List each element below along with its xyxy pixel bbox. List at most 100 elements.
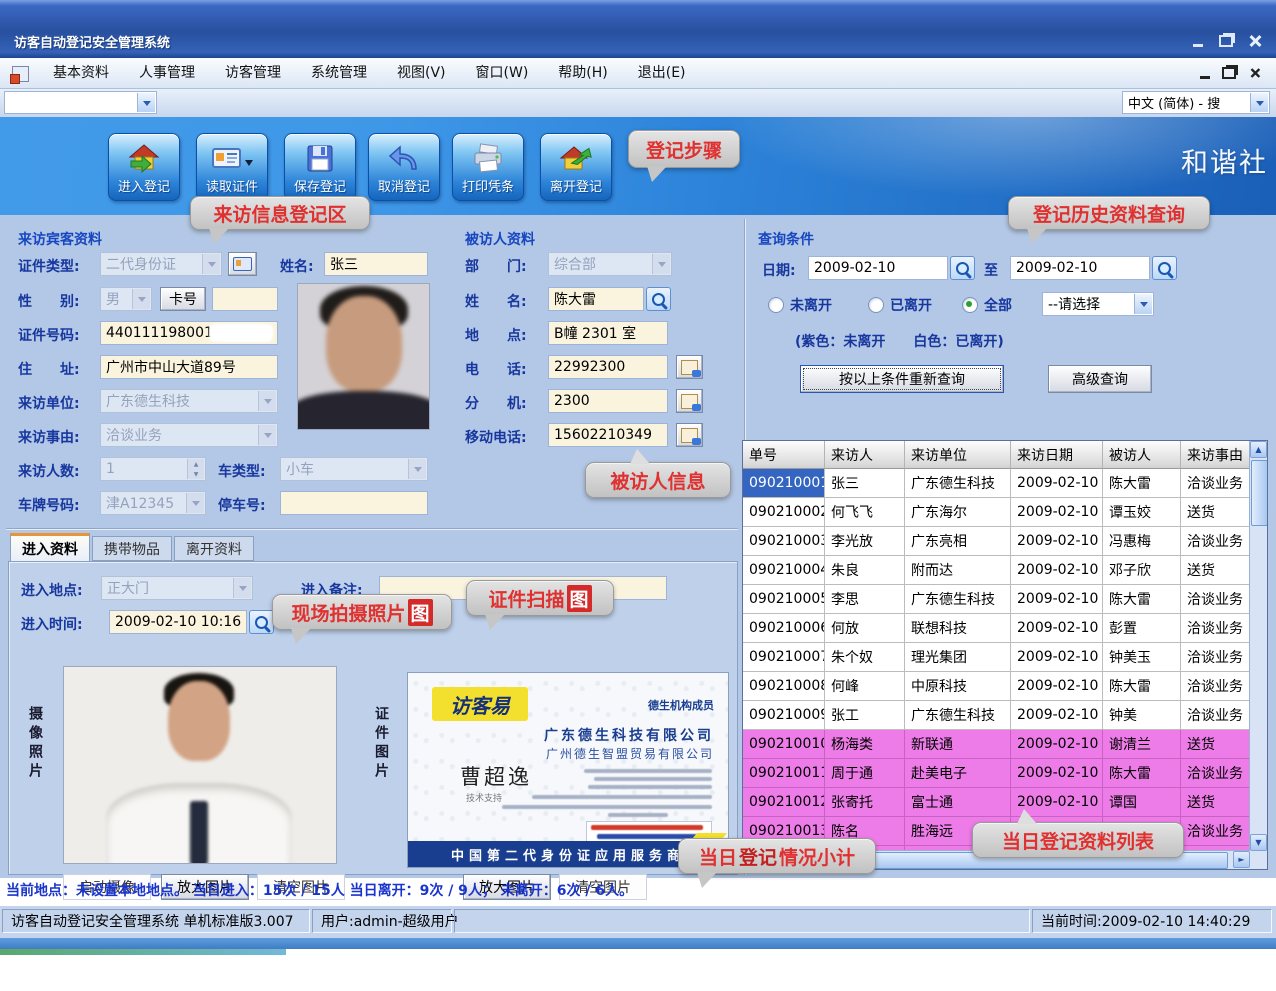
table-row[interactable]: 090210010杨海类新联通2009-02-10谢清兰送货 bbox=[743, 730, 1267, 759]
table-header-cell[interactable]: 来访日期 bbox=[1011, 441, 1103, 469]
visitor-name-field[interactable]: 张三 bbox=[324, 252, 428, 276]
table-cell[interactable]: 090210009 bbox=[743, 701, 825, 730]
chevron-down-icon[interactable] bbox=[1134, 294, 1152, 314]
table-cell[interactable]: 杨海类 bbox=[825, 730, 905, 759]
table-header-cell[interactable]: 来访事由 bbox=[1181, 441, 1251, 469]
date-to-picker-button[interactable] bbox=[1152, 256, 1177, 280]
table-header-cell[interactable]: 来访人 bbox=[825, 441, 905, 469]
entry-location-combo[interactable]: 正大门 bbox=[101, 576, 253, 600]
table-cell[interactable]: 2009-02-10 bbox=[1011, 527, 1103, 556]
table-cell[interactable]: 朱个奴 bbox=[825, 643, 905, 672]
table-cell[interactable]: 090210001 bbox=[743, 469, 825, 498]
table-cell[interactable]: 谭玉姣 bbox=[1103, 498, 1181, 527]
menu-item-view[interactable]: 视图(V) bbox=[382, 58, 461, 88]
entry-time-field[interactable]: 2009-02-10 10:16 bbox=[109, 610, 247, 634]
table-cell[interactable]: 谢清兰 bbox=[1103, 730, 1181, 759]
address-field[interactable]: 广州市中山大道89号 bbox=[100, 355, 278, 379]
table-cell[interactable]: 谭国 bbox=[1103, 788, 1181, 817]
advanced-query-button[interactable]: 高级查询 bbox=[1048, 365, 1152, 393]
scroll-right-icon[interactable]: ► bbox=[1233, 851, 1250, 868]
table-cell[interactable]: 2009-02-10 bbox=[1011, 643, 1103, 672]
table-cell[interactable]: 广东德生科技 bbox=[905, 585, 1011, 614]
table-header-cell[interactable]: 来访单位 bbox=[905, 441, 1011, 469]
table-cell[interactable]: 2009-02-10 bbox=[1011, 730, 1103, 759]
table-cell[interactable]: 090210007 bbox=[743, 643, 825, 672]
table-cell[interactable]: 张寄托 bbox=[825, 788, 905, 817]
menu-item-visitor[interactable]: 访客管理 bbox=[210, 58, 296, 88]
save-registration-button[interactable]: 保存登记 bbox=[284, 133, 356, 201]
table-row[interactable]: 090210002何飞飞广东海尔2009-02-10谭玉姣送货 bbox=[743, 498, 1267, 527]
table-cell[interactable]: 090210011 bbox=[743, 759, 825, 788]
vehicle-type-combo[interactable]: 小车 bbox=[280, 457, 428, 481]
language-selector[interactable]: 中文 (简体) - 搜 bbox=[1122, 91, 1270, 114]
table-cell[interactable]: 陈大雷 bbox=[1103, 672, 1181, 701]
close-button[interactable] bbox=[1242, 30, 1268, 52]
table-cell[interactable]: 何峰 bbox=[825, 672, 905, 701]
requery-button[interactable]: 按以上条件重新查询 bbox=[800, 365, 1004, 393]
table-cell[interactable]: 090210004 bbox=[743, 556, 825, 585]
visit-reason-combo[interactable]: 洽谈业务 bbox=[100, 423, 278, 447]
table-cell[interactable]: 2009-02-10 bbox=[1011, 701, 1103, 730]
print-receipt-button[interactable]: 打印凭条 bbox=[452, 133, 524, 201]
table-cell[interactable]: 090210003 bbox=[743, 527, 825, 556]
cert-type-combo[interactable]: 二代身份证 bbox=[100, 252, 222, 276]
table-cell[interactable]: 陈大雷 bbox=[1103, 585, 1181, 614]
table-row[interactable]: 090210003李光放广东亮相2009-02-10冯惠梅洽谈业务 bbox=[743, 527, 1267, 556]
card-number-button[interactable]: 卡号 bbox=[160, 287, 206, 311]
menu-item-window[interactable]: 窗口(W) bbox=[461, 58, 544, 88]
quick-select-combo[interactable] bbox=[4, 91, 157, 114]
table-row[interactable]: 090210009张工广东德生科技2009-02-10钟美洽谈业务 bbox=[743, 701, 1267, 730]
table-cell[interactable]: 090210012 bbox=[743, 788, 825, 817]
menu-item-exit[interactable]: 退出(E) bbox=[623, 58, 701, 88]
visitor-count-stepper[interactable]: 1 ▲▼ bbox=[100, 457, 206, 481]
leave-registration-button[interactable]: 离开登记 bbox=[540, 133, 612, 201]
table-cell[interactable]: 邓子欣 bbox=[1103, 556, 1181, 585]
table-cell[interactable]: 联想科技 bbox=[905, 614, 1011, 643]
table-cell[interactable]: 090210002 bbox=[743, 498, 825, 527]
scroll-down-icon[interactable]: ▼ bbox=[1250, 834, 1267, 851]
vertical-scroll-thumb[interactable] bbox=[1251, 460, 1268, 526]
cert-no-field[interactable]: 4401111980010 bbox=[100, 321, 278, 345]
table-cell[interactable]: 洽谈业务 bbox=[1181, 701, 1251, 730]
table-cell[interactable]: 2009-02-10 bbox=[1011, 614, 1103, 643]
menu-item-help[interactable]: 帮助(H) bbox=[543, 58, 622, 88]
table-cell[interactable]: 陈大雷 bbox=[1103, 759, 1181, 788]
date-to-field[interactable]: 2009-02-10 bbox=[1010, 256, 1150, 280]
table-cell[interactable]: 090210005 bbox=[743, 585, 825, 614]
table-cell[interactable]: 2009-02-10 bbox=[1011, 469, 1103, 498]
scroll-up-icon[interactable]: ▲ bbox=[1250, 441, 1267, 458]
table-row[interactable]: 090210012张寄托富士通2009-02-10谭国送货 bbox=[743, 788, 1267, 817]
card-number-field[interactable] bbox=[212, 287, 278, 311]
child-close-button[interactable] bbox=[1242, 62, 1268, 84]
menu-item-basic-data[interactable]: 基本资料 bbox=[38, 58, 124, 88]
tab-leave-info[interactable]: 离开资料 bbox=[174, 536, 254, 561]
table-cell[interactable]: 冯惠梅 bbox=[1103, 527, 1181, 556]
table-cell[interactable]: 送货 bbox=[1181, 788, 1251, 817]
date-from-field[interactable]: 2009-02-10 bbox=[808, 256, 948, 280]
restore-button[interactable] bbox=[1213, 30, 1239, 52]
table-row[interactable]: 090210008何峰中原科技2009-02-10陈大雷洽谈业务 bbox=[743, 672, 1267, 701]
chevron-down-icon[interactable] bbox=[137, 93, 155, 112]
vertical-scrollbar[interactable]: ▲ ▼ bbox=[1249, 441, 1267, 851]
ext-field[interactable]: 2300 bbox=[548, 389, 668, 413]
dept-combo[interactable]: 综合部 bbox=[548, 252, 672, 276]
child-restore-button[interactable] bbox=[1216, 62, 1242, 84]
table-cell[interactable]: 何放 bbox=[825, 614, 905, 643]
visitor-company-combo[interactable]: 广东德生科技 bbox=[100, 389, 278, 413]
table-cell[interactable]: 陈大雷 bbox=[1103, 469, 1181, 498]
table-cell[interactable]: 090210006 bbox=[743, 614, 825, 643]
table-cell[interactable]: 广东海尔 bbox=[905, 498, 1011, 527]
table-cell[interactable]: 2009-02-10 bbox=[1011, 585, 1103, 614]
table-cell[interactable]: 送货 bbox=[1181, 556, 1251, 585]
card-reader-button[interactable] bbox=[228, 252, 257, 276]
table-row[interactable]: 090210004朱良附而达2009-02-10邓子欣送货 bbox=[743, 556, 1267, 585]
entry-time-picker-button[interactable] bbox=[249, 610, 274, 634]
table-cell[interactable]: 洽谈业务 bbox=[1181, 759, 1251, 788]
table-cell[interactable]: 洽谈业务 bbox=[1181, 672, 1251, 701]
table-cell[interactable]: 送货 bbox=[1181, 730, 1251, 759]
table-cell[interactable]: 广东德生科技 bbox=[905, 701, 1011, 730]
table-cell[interactable]: 洽谈业务 bbox=[1181, 643, 1251, 672]
tab-carried-items[interactable]: 携带物品 bbox=[92, 536, 172, 561]
menu-item-hr[interactable]: 人事管理 bbox=[124, 58, 210, 88]
visited-name-field[interactable]: 陈大雷 bbox=[548, 287, 644, 311]
